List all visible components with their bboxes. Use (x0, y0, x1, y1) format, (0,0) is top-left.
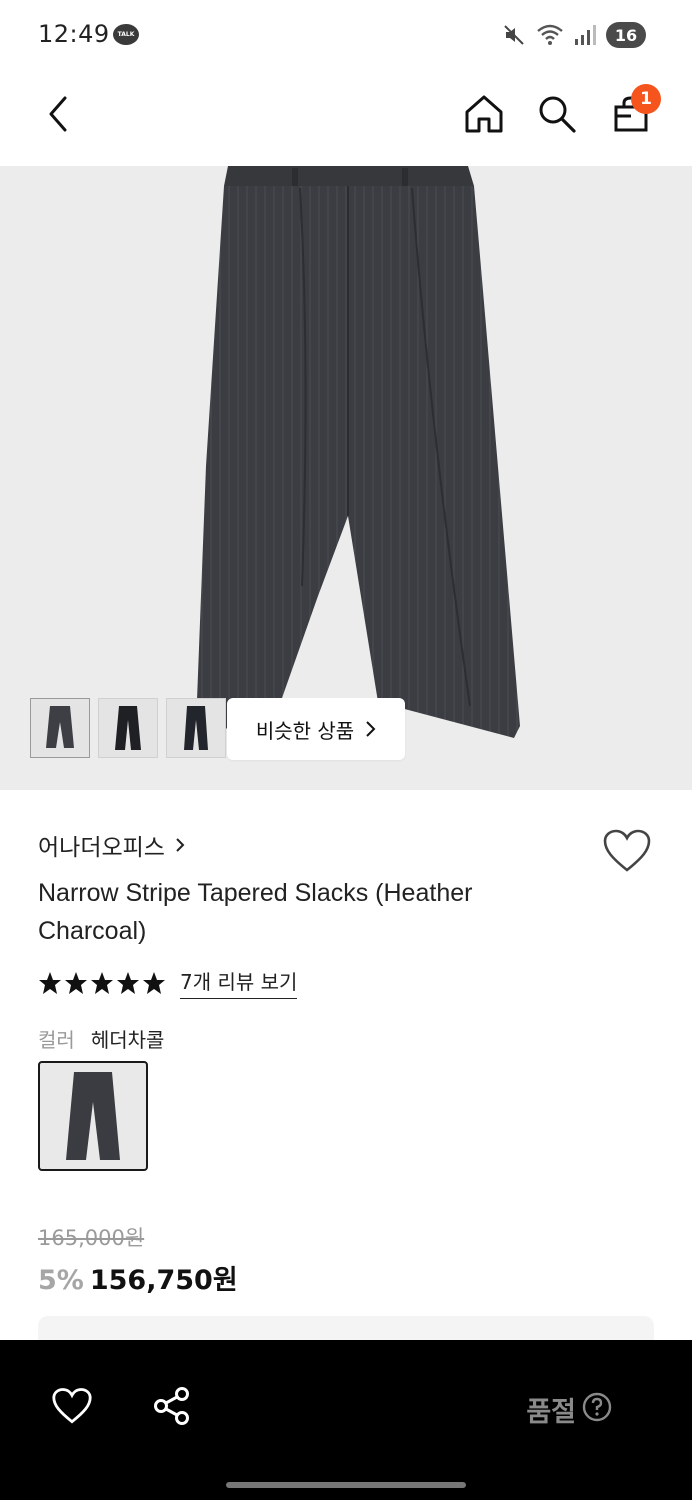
thumbnail-strip (30, 698, 226, 758)
star-icon (143, 971, 165, 994)
chevron-left-icon (49, 96, 67, 132)
star-icon (65, 971, 87, 994)
product-image[interactable]: 비슷한 상품 (0, 166, 692, 790)
chevron-right-icon (366, 721, 376, 737)
sold-out-label: 품절 (526, 1397, 576, 1428)
thumbnail-3[interactable] (166, 698, 226, 758)
price-row: 5% 156,750원 (38, 1258, 238, 1297)
star-rating (38, 971, 166, 995)
system-icons: 16 (502, 22, 646, 48)
share-button[interactable] (150, 1384, 194, 1428)
sale-price: 156,750원 (89, 1265, 238, 1296)
color-option-row: 컬러 헤더차콜 (38, 1024, 164, 1053)
search-icon (539, 96, 576, 133)
bottom-wishlist-button[interactable] (50, 1384, 94, 1428)
home-button[interactable] (460, 90, 508, 138)
share-icon (154, 1387, 189, 1425)
home-indicator[interactable] (226, 1482, 466, 1488)
battery-indicator: 16 (606, 22, 646, 48)
star-icon (117, 971, 139, 994)
star-icon (91, 971, 113, 994)
cart-button[interactable]: 1 (607, 84, 661, 138)
kakaotalk-icon: TALK (113, 24, 139, 45)
thumbnail-slacks-image (115, 706, 141, 750)
app-header: 1 (0, 72, 692, 166)
back-button[interactable] (34, 90, 82, 138)
star-icon (39, 971, 61, 994)
thumbnail-2[interactable] (98, 698, 158, 758)
swatch-slacks-image (66, 1072, 120, 1160)
rating-row: 7개 리뷰 보기 (38, 966, 298, 999)
signal-icon (575, 25, 596, 45)
bottom-action-bar: 품절 (0, 1340, 692, 1500)
similar-products-label: 비슷한 상품 (255, 718, 355, 743)
reviews-link[interactable]: 7개 리뷰 보기 (180, 966, 298, 999)
thumbnail-slacks-image (184, 706, 208, 750)
heart-icon (52, 1388, 92, 1424)
question-circle-icon[interactable] (582, 1392, 612, 1422)
heart-icon (603, 829, 651, 872)
status-time: 12:49 (38, 20, 110, 48)
wishlist-button[interactable] (602, 828, 652, 874)
product-title: Narrow Stripe Tapered Slacks (Heather Ch… (38, 879, 473, 945)
thumbnail-slacks-image (46, 706, 74, 748)
color-label: 컬러 (38, 1028, 75, 1052)
brand-link[interactable]: 어나더오피스 (38, 828, 185, 862)
mute-icon (504, 25, 524, 45)
color-value: 헤더차콜 (90, 1028, 165, 1052)
home-icon (465, 95, 503, 133)
brand-name: 어나더오피스 (38, 835, 165, 861)
search-button[interactable] (533, 90, 581, 138)
discount-rate: 5% (38, 1265, 84, 1296)
chevron-right-icon (176, 838, 185, 852)
thumbnail-1[interactable] (30, 698, 90, 758)
cart-count-badge: 1 (631, 84, 661, 114)
wifi-icon (537, 24, 563, 45)
color-swatch-selected[interactable] (38, 1061, 148, 1171)
similar-products-button[interactable]: 비슷한 상품 (227, 698, 405, 760)
status-bar: 12:49 TALK 16 (0, 0, 692, 72)
slacks-image (196, 166, 520, 738)
original-price: 165,000원 (38, 1226, 145, 1250)
